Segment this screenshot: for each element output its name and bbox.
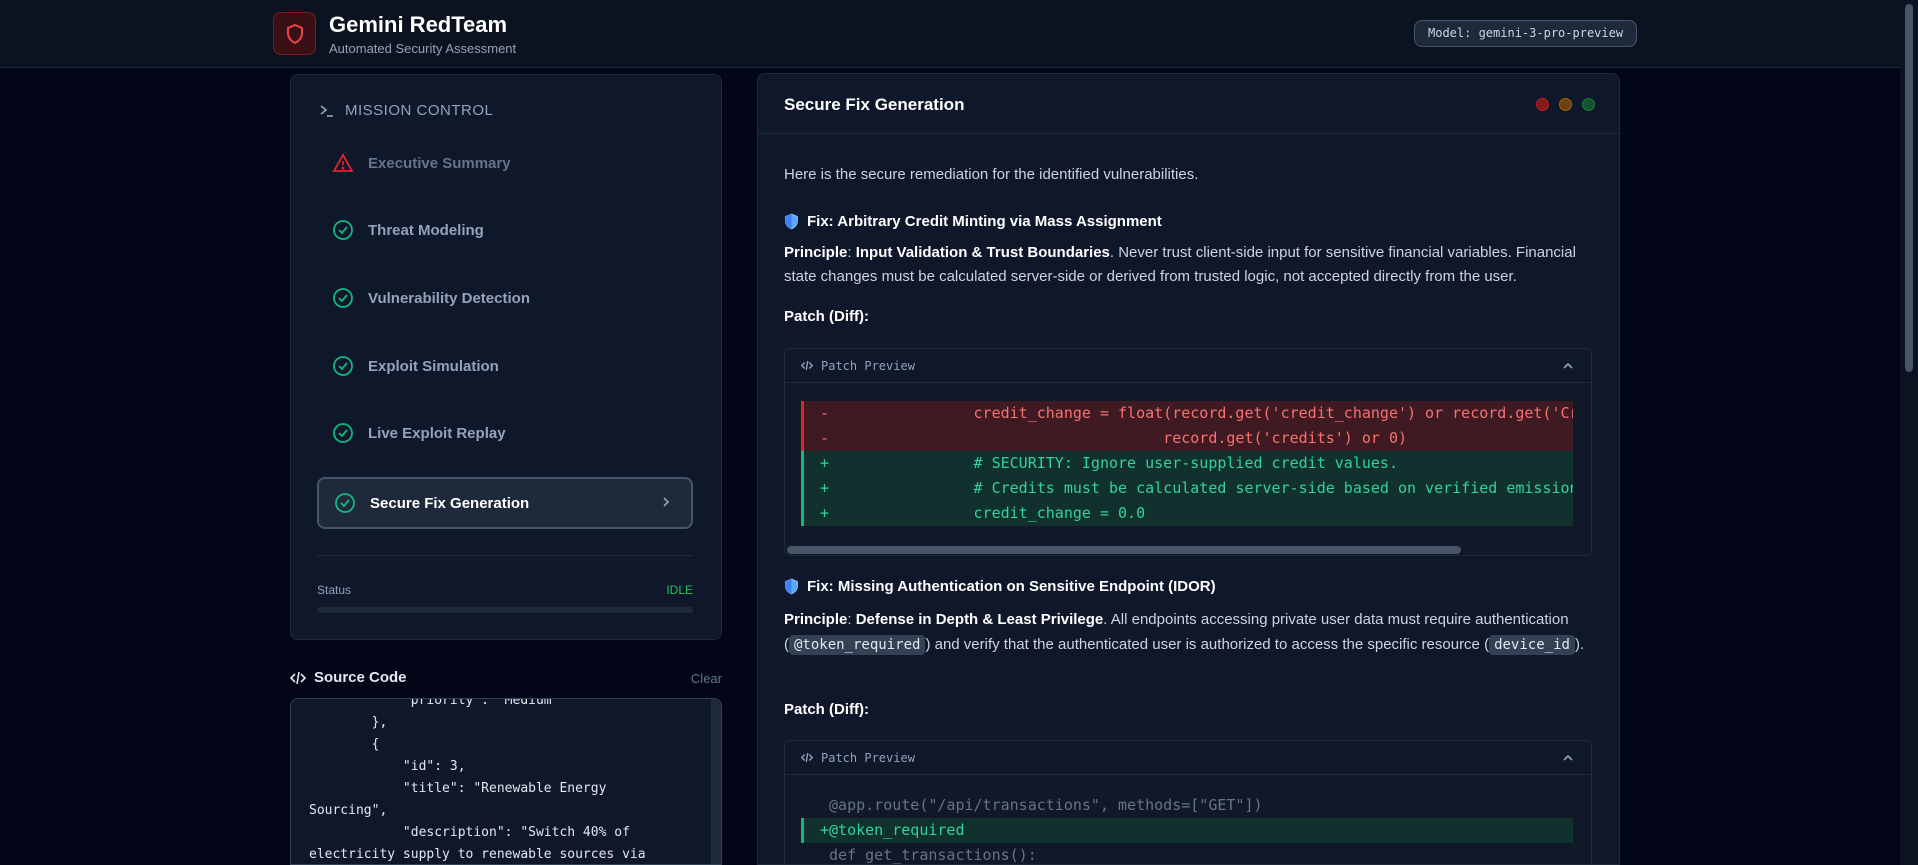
app-subtitle: Automated Security Assessment: [329, 41, 517, 56]
page-scrollbar[interactable]: [1900, 0, 1918, 865]
source-code-label: Source Code: [314, 669, 407, 686]
fix-title-text: Fix: Arbitrary Credit Minting via Mass A…: [807, 213, 1162, 230]
shield-icon: [785, 578, 798, 595]
status-progress-bar: [317, 607, 693, 613]
principle-body: ) and verify that the authenticated user…: [925, 636, 1490, 653]
patch-preview-header[interactable]: Patch Preview: [785, 741, 1591, 775]
horizontal-scrollbar[interactable]: [785, 545, 1591, 555]
source-code-title: Source Code: [290, 669, 407, 686]
source-code-header: Source Code Clear: [290, 669, 722, 689]
intro-text: Here is the secure remediation for the i…: [784, 166, 1199, 183]
principle-name: Input Validation & Trust Boundaries: [855, 244, 1110, 261]
status-value: IDLE: [666, 583, 693, 597]
window-dot-red: [1536, 98, 1549, 111]
shield-icon: [785, 213, 798, 230]
app-header: Gemini RedTeam Automated Security Assess…: [0, 0, 1900, 68]
nav-item-vulnerability-detection[interactable]: Vulnerability Detection: [317, 272, 693, 324]
status-label: Status: [317, 583, 352, 597]
window-dot-yellow: [1559, 98, 1572, 111]
shield-icon: [286, 23, 303, 44]
check-circle-icon: [335, 493, 355, 513]
source-code-scrollbar[interactable]: [711, 699, 721, 864]
check-circle-icon: [333, 356, 353, 376]
warning-icon: [332, 153, 354, 172]
patch-preview-header[interactable]: Patch Preview: [785, 349, 1591, 383]
diff-line-added: +@token_required: [801, 818, 1573, 843]
principle-body: ).: [1574, 636, 1585, 653]
nav-item-label: Executive Summary: [368, 154, 511, 172]
scrollbar-thumb[interactable]: [787, 546, 1461, 554]
terminal-icon: [320, 104, 333, 117]
clear-button[interactable]: Clear: [691, 671, 722, 686]
secure-fix-panel: Secure Fix Generation Here is the secure…: [757, 73, 1620, 865]
code-icon: [801, 360, 813, 371]
patch-label-text: Patch (Diff): [784, 308, 864, 325]
inline-code: @token_required: [789, 635, 926, 655]
check-circle-icon: [333, 220, 353, 240]
inline-code: device_id: [1489, 635, 1575, 655]
nav-item-label: Vulnerability Detection: [368, 289, 530, 307]
patch-label: Patch (Diff):: [784, 308, 869, 325]
mission-control-panel: MISSION CONTROL Executive Summary Threat…: [290, 74, 722, 640]
code-icon: [290, 671, 306, 684]
patch-preview-title: Patch Preview: [821, 750, 915, 765]
nav-item-label: Secure Fix Generation: [370, 494, 530, 512]
source-code-text[interactable]: "priority": "Medium" }, { "id": 3, "titl…: [309, 699, 709, 864]
panel-header: Secure Fix Generation: [758, 74, 1619, 134]
principle-label: Principle: [784, 611, 848, 628]
fix-title: Fix: Arbitrary Credit Minting via Mass A…: [784, 213, 1162, 230]
fix-title-text: Fix: Missing Authentication on Sensitive…: [807, 578, 1216, 595]
code-icon: [801, 752, 813, 763]
patch-label: Patch (Diff):: [784, 701, 869, 718]
diff-line-added: + # Credits must be calculated server-si…: [801, 476, 1573, 501]
diff-line-context: def get_transactions():: [820, 846, 1037, 864]
divider: [317, 555, 693, 556]
chevron-up-icon[interactable]: [1561, 359, 1575, 373]
check-circle-icon: [333, 288, 353, 308]
check-circle-icon: [333, 423, 353, 443]
page-scrollbar-thumb[interactable]: [1905, 4, 1913, 372]
diff-view: @app.route("/api/transactions", methods=…: [785, 775, 1591, 864]
app-logo: [273, 12, 316, 55]
principle-text: Principle: Defense in Depth & Least Priv…: [784, 611, 1585, 655]
nav-item-live-exploit-replay[interactable]: Live Exploit Replay: [317, 407, 693, 459]
patch-preview: Patch Preview - credit_change = float(re…: [784, 348, 1592, 556]
chevron-right-icon: [663, 497, 670, 507]
nav-item-label: Threat Modeling: [368, 221, 484, 239]
nav-item-exploit-simulation[interactable]: Exploit Simulation: [317, 340, 693, 392]
source-code-editor[interactable]: "priority": "Medium" }, { "id": 3, "titl…: [290, 698, 722, 865]
nav-item-executive-summary[interactable]: Executive Summary: [317, 137, 693, 189]
diff-line-removed: - record.get('credits') or 0): [801, 426, 1573, 451]
diff-view: - credit_change = float(record.get('cred…: [785, 383, 1591, 526]
mission-control-label: MISSION CONTROL: [345, 102, 494, 119]
app-title: Gemini RedTeam: [329, 12, 508, 37]
diff-line-added: + # SECURITY: Ignore user-supplied credi…: [801, 451, 1573, 476]
nav-item-threat-modeling[interactable]: Threat Modeling: [317, 204, 693, 256]
fix-title: Fix: Missing Authentication on Sensitive…: [784, 578, 1216, 595]
diff-line-context: @app.route("/api/transactions", methods=…: [820, 796, 1263, 814]
principle-label: Principle: [784, 244, 848, 261]
chevron-up-icon[interactable]: [1561, 751, 1575, 765]
principle-text: Principle: Input Validation & Trust Boun…: [784, 244, 1576, 285]
nav-item-secure-fix-generation[interactable]: Secure Fix Generation: [317, 477, 693, 529]
panel-title: Secure Fix Generation: [784, 95, 965, 114]
nav-item-label: Exploit Simulation: [368, 357, 499, 375]
patch-preview: Patch Preview @app.route("/api/transacti…: [784, 740, 1592, 864]
window-dot-green: [1582, 98, 1595, 111]
patch-label-text: Patch (Diff): [784, 701, 864, 718]
patch-preview-title: Patch Preview: [821, 358, 915, 373]
model-badge: Model: gemini-3-pro-preview: [1414, 20, 1638, 47]
nav-item-label: Live Exploit Replay: [368, 424, 506, 442]
diff-line-removed: - credit_change = float(record.get('cred…: [801, 401, 1573, 426]
principle-name: Defense in Depth & Least Privilege: [855, 611, 1104, 628]
diff-line-added: + credit_change = 0.0: [801, 501, 1573, 526]
mission-control-title: MISSION CONTROL: [319, 102, 493, 119]
